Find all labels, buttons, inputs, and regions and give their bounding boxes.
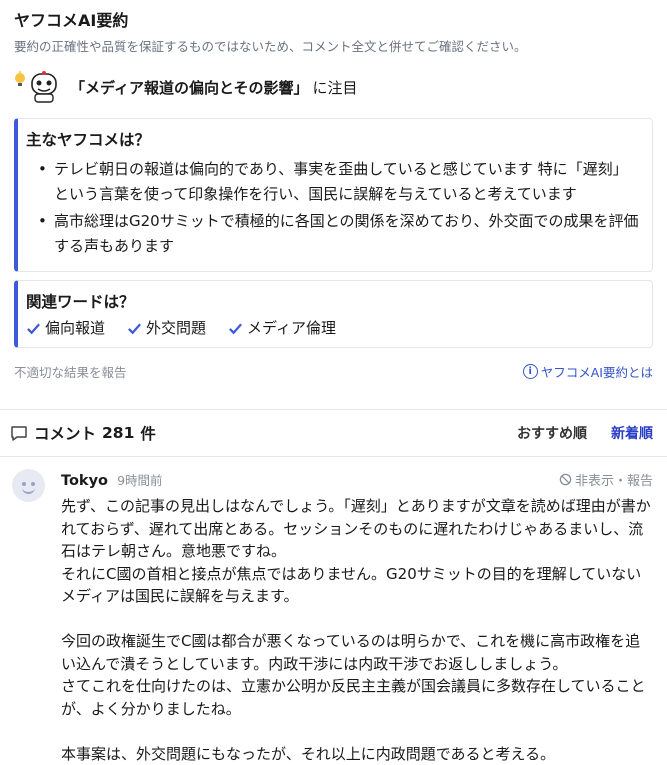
main-comment-point: テレビ朝日の報道は偏向的であり、事実を歪曲していると感じています 特に「遅刻」と… [38,157,640,207]
comments-count-value: 281 [102,424,135,442]
related-word-label: メディア倫理 [247,319,336,337]
related-words-list: 偏向報道 外交問題 メディア倫理 [26,317,640,339]
check-icon [27,323,40,334]
related-word-label: 偏向報道 [45,319,106,337]
comments-header: コメント 281 件 おすすめ順 新着順 [0,410,667,456]
comment-timestamp: 9時間前 [117,472,163,488]
summary-title: ヤフコメAI要約 [14,11,129,30]
main-comments-box: 主なヤフコメは？ テレビ朝日の報道は偏向的であり、事実を歪曲していると感じていま… [14,118,653,272]
comments-count-unit: 件 [140,425,156,443]
related-word[interactable]: メディア倫理 [228,317,336,339]
related-word-label: 外交問題 [146,319,207,337]
related-words-title: 関連ワードは？ [26,293,135,311]
related-word[interactable]: 外交問題 [127,317,206,339]
summary-disclaimer: 要約の正確性や品質を保証するものではないため、コメント全文と併せてご確認ください… [14,39,527,54]
comment-item: Tokyo 9時間前 非表示・報告 先ず、この記事の見出しはなんでしょう。「遅刻… [0,457,667,765]
main-comment-point: 高市総理はG20サミットで積極的に各国との関係を深めており、外交面での成果を評価… [38,209,640,259]
sort-newest-tab[interactable]: 新着順 [611,423,653,443]
robot-mascot-icon [15,71,57,103]
comments-count: コメント 281 件 [10,422,156,444]
avatar[interactable] [12,469,45,502]
info-icon: i [522,364,538,379]
check-icon [128,323,141,334]
comments-label: コメント [34,425,97,443]
focus-topic-row: 「メディア報道の偏向とその影響」 に注目 [14,70,653,104]
ai-summary-section: ヤフコメAI要約 要約の正確性や品質を保証するものではないため、コメント全文と併… [0,0,667,381]
related-words-box: 関連ワードは？ 偏向報道 外交問題 メディア倫理 [14,280,653,348]
comment-body: Tokyo 9時間前 非表示・報告 先ず、この記事の見出しはなんでしょう。「遅刻… [61,469,653,765]
sort-recommended-tab[interactable]: おすすめ順 [517,423,587,443]
focus-topic: 「メディア報道の偏向とその影響」 [70,78,309,97]
main-comments-list: テレビ朝日の報道は偏向的であり、事実を歪曲していると感じています 特に「遅刻」と… [26,157,640,259]
summary-footer: 不適切な結果を報告 i ヤフコメAI要約とは [14,362,653,381]
comment-meta: Tokyo 9時間前 非表示・報告 [61,469,653,489]
comment-username[interactable]: Tokyo [61,473,108,489]
focus-suffix: に注目 [312,78,358,97]
main-comments-title: 主なヤフコメは？ [26,131,151,149]
hide-report-menu[interactable]: 非表示・報告 [559,470,653,489]
comment-text: 先ず、この記事の見出しはなんでしょう。「遅刻」とありますが文章を読めば理由が書か… [61,497,651,763]
check-icon [229,323,242,334]
hide-icon [559,473,572,485]
hide-report-label: 非表示・報告 [574,473,653,489]
about-ai-summary-label: ヤフコメAI要約とは [540,365,653,380]
about-ai-summary-link[interactable]: i ヤフコメAI要約とは [522,362,653,381]
related-word[interactable]: 偏向報道 [26,317,105,339]
comment-bubble-icon [11,426,27,441]
sort-options: おすすめ順 新着順 [517,423,653,443]
report-result-link[interactable]: 不適切な結果を報告 [14,362,127,381]
